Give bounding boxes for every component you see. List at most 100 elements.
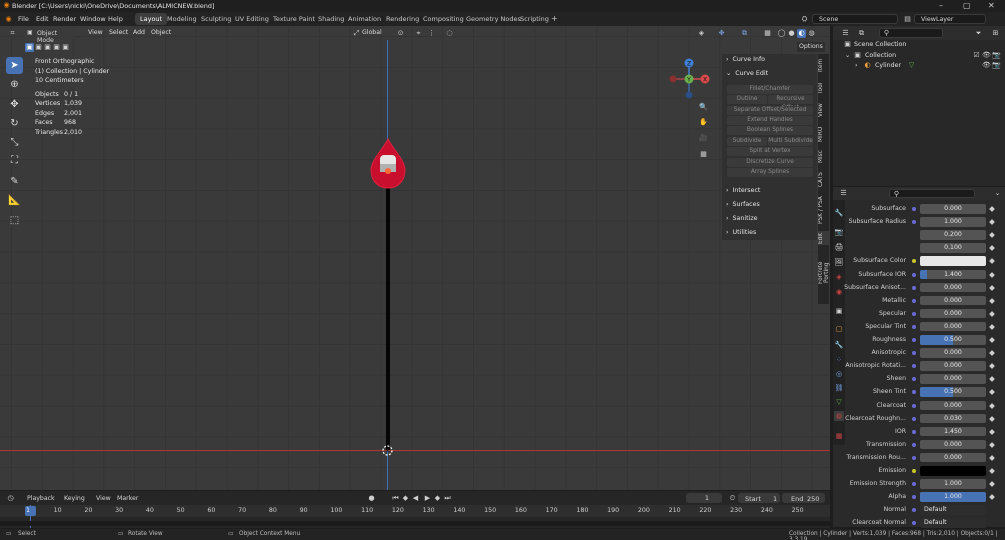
scene-selector[interactable]: Scene (812, 14, 898, 24)
socket-dot-icon[interactable] (912, 390, 916, 395)
tab-cats[interactable]: CATS (818, 171, 829, 189)
display-mode-icon[interactable]: ⧉ (857, 29, 866, 38)
keyframe-icon[interactable] (989, 337, 995, 343)
separate-offset-button[interactable]: Separate Offset/Selected (727, 106, 813, 115)
collection-tab-icon[interactable]: ▣ (834, 306, 844, 316)
menu-edit[interactable]: Edit (36, 15, 49, 23)
exclude-checkbox-icon[interactable]: ☑ (972, 51, 981, 60)
cursor-tool[interactable]: ⊕ (6, 76, 23, 93)
snap-icon[interactable]: ⌖ (414, 29, 423, 38)
tab-psk-psa[interactable]: PSK / PSA (818, 196, 829, 224)
socket-dot-icon[interactable] (912, 469, 916, 473)
scale-tool[interactable]: ⤡ (6, 134, 23, 151)
add-workspace-button[interactable]: + (546, 13, 563, 25)
property-value-field[interactable]: 0.500 (920, 335, 986, 345)
minimize-button[interactable]: – (939, 1, 943, 10)
jump-keyframe-forward-icon[interactable]: ◆ (433, 494, 442, 503)
socket-dot-icon[interactable] (912, 285, 916, 290)
keyframe-icon[interactable] (989, 376, 995, 383)
measure-tool[interactable]: 📐 (6, 192, 23, 209)
property-value-field[interactable]: 0.000 (920, 361, 986, 371)
menu-render[interactable]: Render (53, 15, 76, 23)
play-reverse-icon[interactable]: ◀ (411, 494, 420, 503)
pivot-icon[interactable]: ⊙ (396, 29, 405, 38)
tab-view[interactable]: View (818, 102, 829, 118)
xray-icon[interactable]: ▦ (763, 29, 772, 38)
socket-dot-icon[interactable] (912, 416, 916, 421)
property-value-field[interactable]: 1.400 (920, 269, 986, 279)
wireframe-shading-icon[interactable]: ◯ (777, 29, 786, 38)
socket-dot-icon[interactable] (912, 351, 916, 356)
socket-dot-icon[interactable] (912, 521, 916, 526)
select-new-icon[interactable]: ▣ (25, 43, 34, 52)
keyframe-icon[interactable] (989, 494, 995, 501)
solid-shading-icon[interactable]: ● (787, 29, 796, 38)
maximize-button[interactable]: ▢ (963, 1, 971, 10)
tab-item[interactable]: Item (818, 58, 829, 72)
socket-dot-icon[interactable] (912, 311, 916, 316)
socket-dot-icon[interactable] (912, 403, 916, 408)
visibility-eye-icon[interactable]: 👁 (982, 51, 991, 60)
tab-tool[interactable]: Tool (818, 81, 829, 95)
menu-object[interactable]: Object (151, 28, 171, 38)
socket-dot-icon[interactable] (912, 207, 916, 211)
socket-dot-icon[interactable] (912, 482, 916, 487)
boolean-splines-button[interactable]: Boolean Splines (727, 126, 813, 135)
socket-dot-icon[interactable] (912, 429, 916, 434)
property-value-field[interactable]: 0.000 (920, 452, 986, 463)
options-button[interactable]: Options (797, 42, 825, 52)
timeline-scrollbar[interactable] (0, 521, 830, 526)
scene-icon[interactable]: ⛭ (800, 15, 809, 24)
outliner-editor-icon[interactable]: ☰ (841, 29, 850, 38)
keyframe-icon[interactable] (989, 441, 995, 448)
start-frame-field[interactable]: Start 1 (738, 493, 780, 503)
close-button[interactable]: ✕ (988, 1, 995, 10)
keyframe-icon[interactable] (989, 324, 995, 330)
keyframe-icon[interactable] (989, 468, 995, 474)
socket-dot-icon[interactable] (912, 455, 916, 460)
property-value-field[interactable]: 0.000 (920, 348, 986, 358)
blender-menu-icon[interactable]: ◉ (4, 15, 13, 24)
property-value-field[interactable]: 1.000 (920, 479, 986, 489)
property-value-field[interactable]: 0.000 (920, 204, 986, 214)
discretize-curve-button[interactable]: Discretize Curve (727, 158, 813, 167)
property-value-field[interactable]: 0.500 (920, 387, 986, 397)
menu-help[interactable]: Help (108, 15, 123, 23)
socket-dot-icon[interactable] (912, 377, 916, 382)
visibility-eye-icon[interactable]: 👁 (982, 61, 991, 70)
physics-tab-icon[interactable]: ◎ (834, 369, 844, 379)
property-value-field[interactable]: Default (920, 505, 986, 515)
texture-tab-icon[interactable]: ▦ (834, 431, 844, 441)
render-tab-icon[interactable]: 📷 (834, 227, 844, 237)
pin-icon[interactable]: ⌄ (993, 189, 1002, 198)
property-value-field[interactable]: 0.030 (920, 413, 986, 424)
socket-dot-icon[interactable] (912, 259, 916, 264)
property-value-field[interactable]: 1.000 (920, 492, 986, 502)
mode-selector[interactable]: ▣ Object Mode (24, 28, 76, 44)
expand-arrow-icon[interactable]: ⌄ (845, 51, 850, 61)
transform-tool[interactable]: ⛶ (6, 152, 23, 169)
zoom-icon[interactable]: 🔍 (699, 103, 708, 112)
view-layer-icon[interactable]: ▤ (903, 15, 912, 24)
socket-dot-icon[interactable] (912, 220, 916, 225)
property-value-field[interactable]: 0.000 (920, 439, 986, 450)
rotate-tool[interactable]: ↻ (6, 115, 23, 132)
properties-search-input[interactable]: ⚲ (889, 189, 975, 198)
view-layer-selector[interactable]: ViewLayer (914, 14, 986, 24)
visibility-icon[interactable]: ◈ (697, 29, 706, 38)
property-value-field[interactable]: 0.200 (920, 230, 986, 240)
keyframe-icon[interactable] (989, 271, 995, 278)
tool-tab-icon[interactable]: 🔧 (834, 208, 844, 218)
socket-dot-icon[interactable] (912, 272, 916, 277)
outliner-search-input[interactable]: ⚲ (879, 28, 943, 38)
socket-dot-icon[interactable] (912, 364, 916, 369)
current-frame-field[interactable]: 1 (686, 493, 722, 503)
keyframe-icon[interactable] (989, 428, 995, 435)
color-swatch[interactable] (920, 256, 986, 266)
keyframe-icon[interactable] (989, 232, 995, 239)
transform-orientation-icon[interactable]: ⤢ (352, 29, 361, 38)
keyframe-icon[interactable] (989, 297, 995, 304)
keyframe-icon[interactable] (989, 363, 995, 370)
tab-fortnite-porting[interactable]: Fortnite Porting (818, 252, 830, 294)
cylinder-object[interactable] (369, 138, 407, 190)
